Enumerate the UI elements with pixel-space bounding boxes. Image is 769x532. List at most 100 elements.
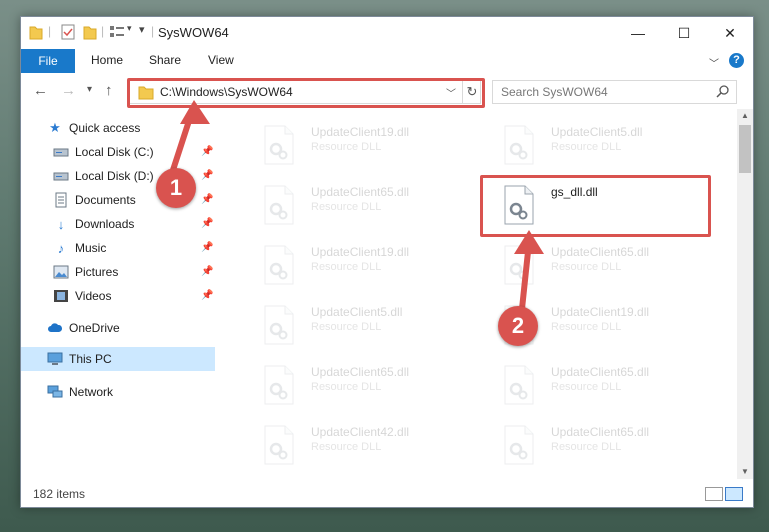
recent-locations-icon[interactable]: ▾ bbox=[87, 84, 92, 95]
search-placeholder: Search SysWOW64 bbox=[501, 85, 608, 99]
file-list: UpdateClient19.dll Resource DLL UpdateCl… bbox=[217, 109, 737, 479]
file-description: Resource DLL bbox=[551, 441, 622, 453]
vertical-scrollbar[interactable]: ▲ ▼ bbox=[737, 109, 753, 479]
separator: | bbox=[151, 24, 155, 38]
file-item[interactable]: UpdateClient65.dll Resource DLL bbox=[503, 361, 723, 409]
tab-share[interactable]: Share bbox=[149, 53, 181, 67]
sidebar-item-documents[interactable]: Documents bbox=[53, 188, 136, 212]
navigation-bar: ← → ▾ ↑ C:\Windows\SysWOW64 ﹀ ↻ Search S… bbox=[21, 73, 753, 109]
pictures-icon bbox=[53, 264, 69, 280]
sidebar-item-this-pc[interactable]: This PC bbox=[47, 347, 112, 371]
status-bar: 182 items bbox=[21, 479, 753, 507]
dll-file-icon bbox=[503, 365, 535, 405]
file-highlight-box bbox=[480, 175, 711, 237]
pin-icon[interactable]: 📌 bbox=[201, 218, 213, 229]
file-description: Resource DLL bbox=[551, 321, 622, 333]
sidebar-item-music[interactable]: ♪ Music bbox=[53, 236, 107, 260]
explorer-window: | | ▾ ▾ | SysWOW64 — ☐ ✕ File Home Share… bbox=[20, 16, 754, 508]
arrowhead-2-icon bbox=[514, 230, 544, 254]
pin-icon[interactable]: 📌 bbox=[201, 146, 213, 157]
file-name: UpdateClient65.dll bbox=[551, 425, 650, 439]
title-bar: | | ▾ ▾ | SysWOW64 — ☐ ✕ bbox=[21, 17, 753, 49]
window-title: SysWOW64 bbox=[158, 25, 229, 40]
qat-dropdown-icon[interactable]: ▾ bbox=[139, 23, 145, 36]
file-description: Resource DLL bbox=[551, 141, 622, 153]
step-badge-1: 1 bbox=[156, 168, 196, 208]
drive-icon bbox=[53, 168, 69, 184]
file-item[interactable]: UpdateClient5.dll Resource DLL bbox=[503, 121, 723, 169]
file-description: Resource DLL bbox=[311, 201, 382, 213]
ribbon-tabs: File Home Share View ﹀ ? bbox=[21, 49, 753, 74]
file-item[interactable]: UpdateClient65.dll Resource DLL bbox=[503, 421, 723, 469]
music-icon: ♪ bbox=[57, 240, 65, 256]
back-arrow-icon[interactable]: ← bbox=[33, 82, 48, 99]
documents-icon bbox=[53, 192, 69, 208]
sidebar-item-label: OneDrive bbox=[69, 321, 120, 335]
sidebar-item-pictures[interactable]: Pictures bbox=[53, 260, 118, 284]
tab-home[interactable]: Home bbox=[91, 53, 123, 67]
file-name: UpdateClient65.dll bbox=[551, 245, 650, 259]
pin-icon[interactable]: 📌 bbox=[201, 194, 213, 205]
computer-icon bbox=[47, 351, 63, 367]
download-icon: ↓ bbox=[57, 216, 65, 232]
sidebar-item-downloads[interactable]: ↓ Downloads bbox=[53, 212, 135, 236]
details-view-icon[interactable] bbox=[705, 487, 723, 501]
videos-icon bbox=[53, 288, 69, 304]
pin-icon[interactable]: 📌 bbox=[201, 242, 213, 253]
star-icon: ★ bbox=[49, 120, 61, 135]
navigation-pane: ★ Quick access Local Disk (C:) 📌 Local D… bbox=[21, 109, 215, 479]
large-icons-view-icon[interactable] bbox=[725, 487, 743, 501]
search-input[interactable]: Search SysWOW64 bbox=[492, 80, 737, 104]
file-item[interactable]: UpdateClient5.dll Resource DLL bbox=[263, 301, 483, 349]
file-description: Resource DLL bbox=[551, 381, 622, 393]
scroll-up-icon[interactable]: ▲ bbox=[741, 111, 749, 120]
sidebar-item-videos[interactable]: Videos bbox=[53, 284, 111, 308]
file-item[interactable]: UpdateClient65.dll Resource DLL bbox=[263, 361, 483, 409]
properties-icon[interactable] bbox=[61, 24, 75, 40]
file-name: UpdateClient19.dll bbox=[311, 245, 410, 259]
pin-icon[interactable]: 📌 bbox=[201, 290, 213, 301]
sidebar-item-local-disk-d[interactable]: Local Disk (D:) bbox=[53, 164, 154, 188]
sidebar-item-local-disk-c[interactable]: Local Disk (C:) bbox=[53, 140, 154, 164]
sidebar-item-quick-access[interactable]: ★ Quick access bbox=[47, 116, 140, 140]
dll-file-icon bbox=[263, 125, 295, 165]
scroll-down-icon[interactable]: ▼ bbox=[741, 467, 749, 476]
expand-ribbon-icon[interactable]: ﹀ bbox=[709, 55, 719, 70]
new-folder-icon[interactable] bbox=[83, 24, 97, 40]
scrollbar-thumb[interactable] bbox=[739, 125, 751, 173]
file-name: UpdateClient42.dll bbox=[311, 425, 410, 439]
pin-icon[interactable]: 📌 bbox=[201, 170, 213, 181]
customize-icon[interactable] bbox=[109, 24, 125, 40]
file-item[interactable]: UpdateClient65.dll Resource DLL bbox=[263, 181, 483, 229]
folder-icon[interactable] bbox=[29, 24, 43, 40]
close-button[interactable]: ✕ bbox=[707, 17, 753, 49]
arrowhead-1-icon bbox=[180, 100, 210, 124]
help-icon[interactable]: ? bbox=[729, 53, 744, 68]
file-item[interactable]: UpdateClient42.dll Resource DLL bbox=[263, 421, 483, 469]
separator: | bbox=[48, 24, 52, 38]
sidebar-item-label: Local Disk (C:) bbox=[75, 145, 154, 159]
sidebar-item-onedrive[interactable]: OneDrive bbox=[47, 316, 120, 340]
cloud-icon bbox=[47, 320, 63, 336]
dll-file-icon bbox=[263, 305, 295, 345]
file-name: UpdateClient19.dll bbox=[551, 305, 650, 319]
dll-file-icon bbox=[263, 365, 295, 405]
pin-icon[interactable]: 📌 bbox=[201, 266, 213, 277]
dll-file-icon bbox=[503, 125, 535, 165]
file-description: Resource DLL bbox=[311, 141, 382, 153]
minimize-button[interactable]: — bbox=[615, 17, 661, 49]
chevron-down-icon[interactable]: ▾ bbox=[127, 23, 132, 34]
file-name: UpdateClient5.dll bbox=[311, 305, 403, 319]
sidebar-item-label: Quick access bbox=[69, 121, 141, 135]
file-item[interactable]: UpdateClient19.dll Resource DLL bbox=[263, 241, 483, 289]
up-arrow-icon[interactable]: ↑ bbox=[105, 82, 113, 99]
dll-file-icon bbox=[503, 425, 535, 465]
separator: | bbox=[101, 24, 105, 38]
tab-file[interactable]: File bbox=[21, 49, 75, 73]
file-item[interactable]: UpdateClient19.dll Resource DLL bbox=[263, 121, 483, 169]
sidebar-item-network[interactable]: Network bbox=[47, 380, 113, 404]
maximize-button[interactable]: ☐ bbox=[661, 17, 707, 49]
tab-view[interactable]: View bbox=[208, 53, 234, 67]
sidebar-item-label: Network bbox=[69, 385, 114, 399]
forward-arrow-icon[interactable]: → bbox=[61, 82, 76, 99]
